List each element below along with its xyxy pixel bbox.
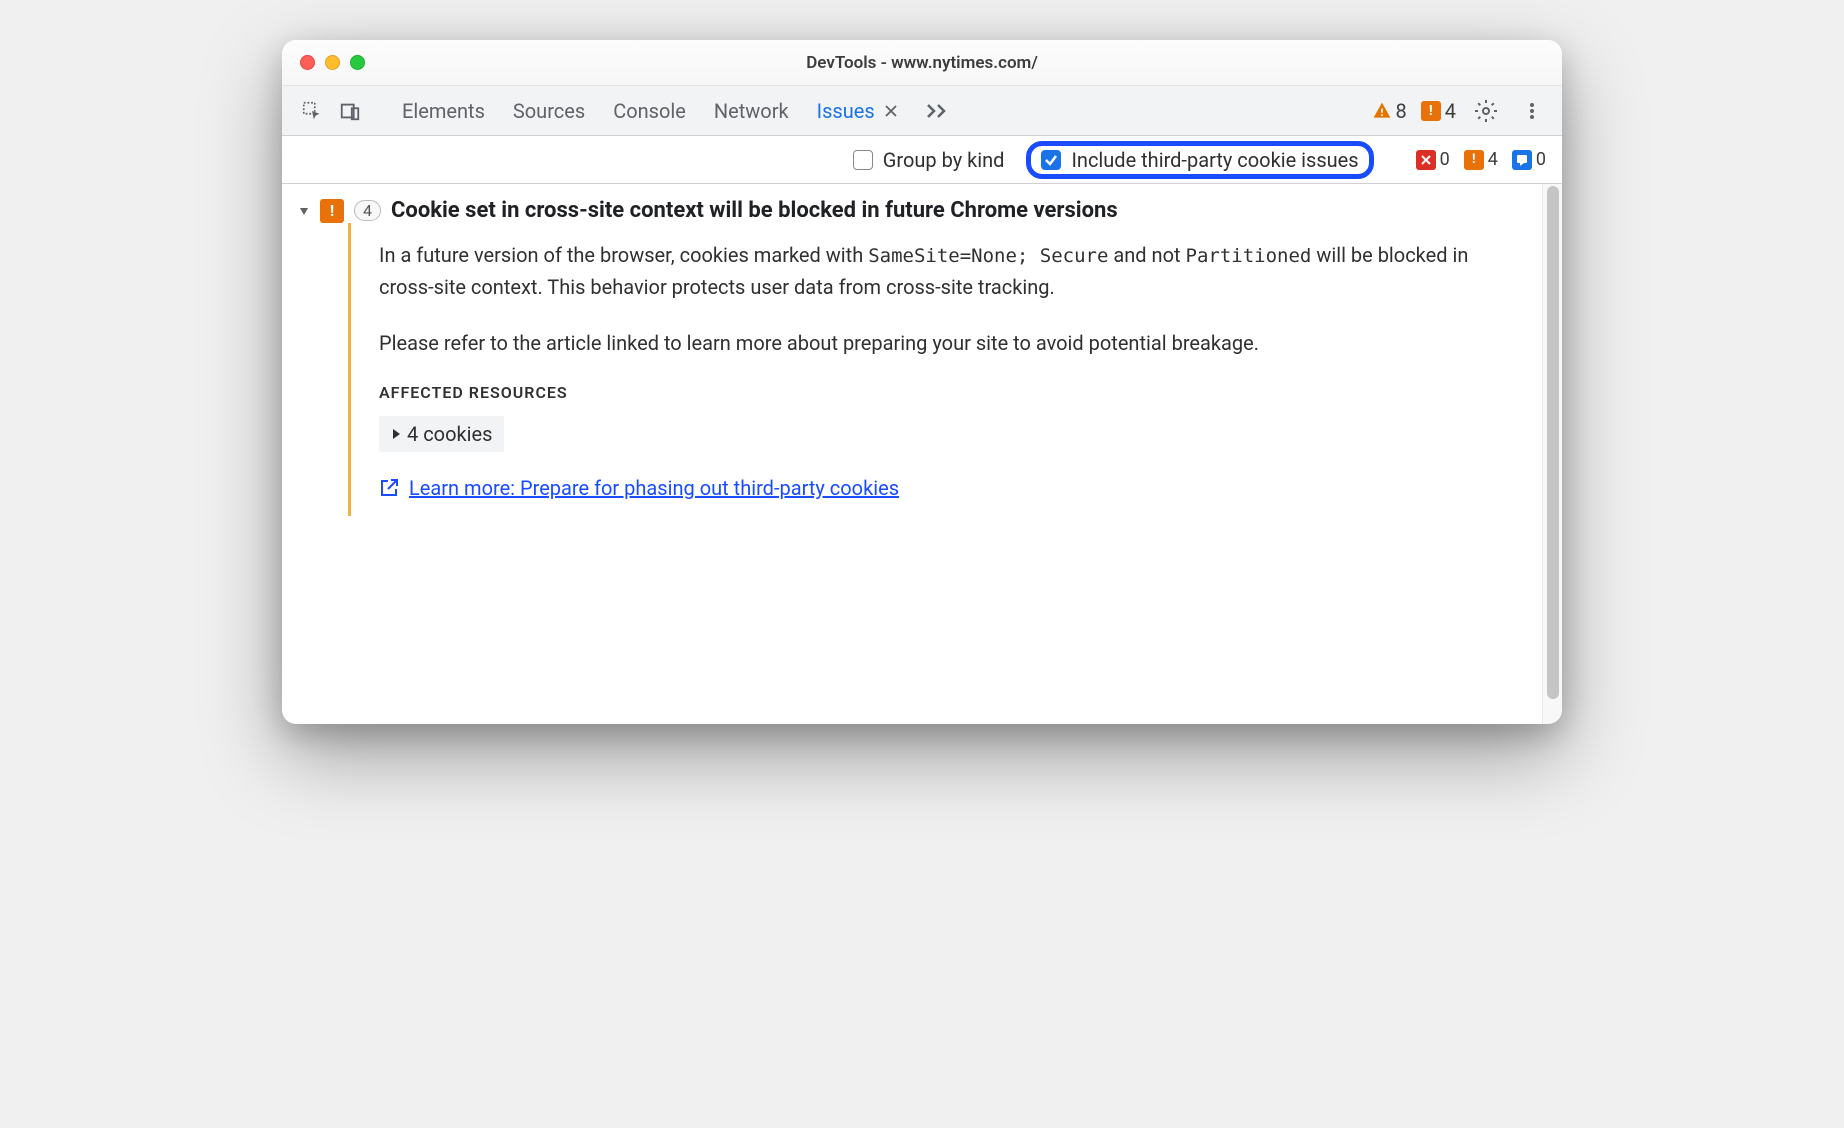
issues-content: ! 4 Cookie set in cross-site context wil… — [282, 184, 1562, 724]
scrollbar-thumb[interactable] — [1547, 186, 1559, 699]
external-link-icon — [379, 478, 399, 498]
issue-title: Cookie set in cross-site context will be… — [391, 198, 1118, 223]
breaking-changes-count[interactable]: ! 4 — [1464, 149, 1498, 170]
improvements-count[interactable]: 0 — [1512, 149, 1546, 170]
disclosure-triangle-icon — [298, 205, 310, 217]
breaking-change-icon: ! — [1464, 150, 1484, 170]
tab-network[interactable]: Network — [712, 95, 791, 127]
page-error-icon — [1416, 150, 1436, 170]
device-toolbar-icon[interactable] — [334, 95, 366, 127]
close-icon[interactable] — [883, 103, 899, 119]
warnings-count[interactable]: 8 — [1372, 99, 1407, 123]
checkbox-icon — [853, 150, 873, 170]
affected-resources-heading: AFFECTED RESOURCES — [379, 383, 1506, 402]
issue-description: In a future version of the browser, cook… — [379, 239, 1506, 303]
disclosure-right-icon — [391, 428, 401, 440]
tab-console[interactable]: Console — [611, 95, 688, 127]
page-errors-count[interactable]: 0 — [1416, 149, 1450, 170]
group-by-kind-checkbox[interactable]: Group by kind — [853, 148, 1005, 172]
include-third-party-checkbox[interactable]: Include third-party cookie issues — [1026, 141, 1373, 179]
close-window-button[interactable] — [300, 55, 315, 70]
issue-list: ! 4 Cookie set in cross-site context wil… — [282, 184, 1542, 724]
window-title: DevTools - www.nytimes.com/ — [298, 53, 1546, 73]
issue-description-2: Please refer to the article linked to le… — [379, 327, 1506, 359]
issue-kind-counts: 0 ! 4 0 — [1416, 149, 1546, 170]
issue-body: In a future version of the browser, cook… — [348, 223, 1526, 516]
toolbar-right: 8 ! 4 — [1372, 95, 1549, 127]
issue-header[interactable]: ! 4 Cookie set in cross-site context wil… — [298, 198, 1526, 223]
panel-tabs: Elements Sources Console Network Issues — [282, 86, 1562, 136]
minimize-window-button[interactable] — [325, 55, 340, 70]
settings-icon[interactable] — [1470, 95, 1502, 127]
error-badge-icon: ! — [1421, 101, 1441, 121]
more-tabs-icon[interactable] — [925, 102, 949, 120]
kebab-menu-icon[interactable] — [1516, 95, 1548, 127]
warning-triangle-icon — [1372, 101, 1392, 121]
inspect-element-icon[interactable] — [296, 95, 328, 127]
tab-elements[interactable]: Elements — [400, 95, 487, 127]
improvement-icon — [1512, 150, 1532, 170]
errors-count[interactable]: ! 4 — [1421, 99, 1456, 123]
tab-issues[interactable]: Issues — [815, 95, 901, 127]
learn-more-link[interactable]: Learn more: Prepare for phasing out thir… — [409, 476, 899, 500]
tab-sources[interactable]: Sources — [511, 95, 587, 127]
affected-cookies-row[interactable]: 4 cookies — [379, 416, 504, 452]
issue-occurrence-count: 4 — [354, 200, 381, 221]
titlebar: DevTools - www.nytimes.com/ — [282, 40, 1562, 86]
scrollbar[interactable] — [1542, 184, 1562, 724]
issue-item: ! 4 Cookie set in cross-site context wil… — [282, 190, 1542, 524]
learn-more-row: Learn more: Prepare for phasing out thir… — [379, 476, 1506, 500]
traffic-lights — [300, 55, 365, 70]
checkbox-checked-icon — [1041, 150, 1061, 170]
issues-filter-bar: Group by kind Include third-party cookie… — [282, 136, 1562, 184]
tab-list: Elements Sources Console Network Issues — [400, 95, 1366, 127]
issue-severity-icon: ! — [320, 199, 344, 223]
devtools-window: DevTools - www.nytimes.com/ Elements Sou… — [282, 40, 1562, 724]
maximize-window-button[interactable] — [350, 55, 365, 70]
